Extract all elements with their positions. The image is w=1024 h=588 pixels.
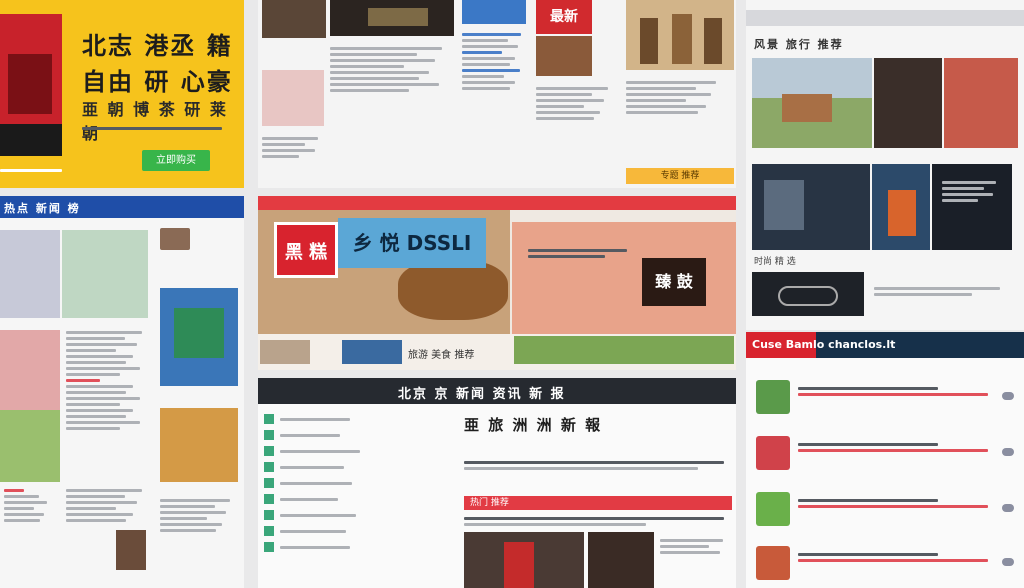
map-thumb	[0, 230, 60, 318]
article-headline: 亜 旅 洲 洲 新 報	[464, 416, 603, 434]
left-column-header-label: 热点 新闻 榜	[4, 202, 81, 215]
left-column[interactable]: 热点 新闻 榜	[0, 196, 244, 588]
list-item[interactable]	[746, 544, 1024, 584]
thumb-dark	[262, 0, 326, 38]
article-photo-2	[588, 532, 654, 588]
gallery-caption: 时尚 精 选	[754, 257, 796, 267]
tribal-poster	[160, 408, 238, 482]
landscape-photo	[752, 58, 872, 148]
avatar	[160, 228, 190, 250]
list-item[interactable]	[746, 434, 1024, 474]
promo-book-cover	[0, 14, 62, 156]
thumb-sign	[330, 0, 454, 36]
article-title-bar-label: 北京 京 新闻 资讯 新 报	[398, 387, 566, 402]
right-top-page[interactable]: 风景 旅行 推荐 时尚 精 选	[746, 0, 1024, 330]
food-row	[514, 336, 734, 364]
right-list[interactable]: Cuse Bamlo chanclos.lt	[746, 332, 1024, 588]
thumb-temple	[626, 0, 734, 70]
thumb-food	[536, 36, 592, 76]
list-item[interactable]	[746, 378, 1024, 418]
left-column-header[interactable]: 热点 新闻 榜	[0, 196, 244, 218]
right-list-header[interactable]: Cuse Bamlo chanclos.lt	[746, 332, 1024, 358]
promo-subtitle: 自由 研 心豪	[82, 68, 233, 96]
right-list-header-label: Cuse Bamlo chanclos.lt	[752, 338, 896, 351]
promo-tagline: 亜 朝 博 茶 研 莱 朝	[82, 100, 228, 143]
article-title-bar[interactable]: 北京 京 新闻 资讯 新 报	[258, 378, 736, 404]
promo-banner[interactable]: 北志 港丞 籍 自由 研 心豪 亜 朝 博 茶 研 莱 朝 立即购买	[0, 0, 244, 188]
article-red-bar[interactable]: 热门 推荐	[464, 496, 732, 510]
banner-thumb-1	[260, 340, 310, 364]
article-sidebar[interactable]	[258, 408, 454, 588]
poster-dark	[874, 58, 942, 148]
right-nav-bar[interactable]	[746, 10, 1024, 26]
city-thumb	[0, 330, 60, 482]
car-thumb	[752, 272, 864, 316]
thumb-blue	[462, 0, 526, 24]
banner-caption: 旅游 美食 推荐	[408, 350, 475, 361]
top-collage[interactable]: 最新 专题 推荐	[258, 0, 736, 188]
green-thumb	[62, 230, 148, 318]
right-section-title: 风景 旅行 推荐	[754, 38, 844, 51]
illustration	[160, 288, 238, 386]
thumb-red-sign: 最新	[536, 0, 592, 34]
sign-blue: 乡 悦 DSSLI	[338, 218, 486, 268]
dark-info-box	[932, 164, 1012, 250]
list-item[interactable]	[746, 490, 1024, 530]
promo-buy-button[interactable]: 立即购买	[142, 150, 210, 171]
poster-flowers	[944, 58, 1018, 148]
small-photo	[116, 530, 146, 570]
sign-red: 黑 糕	[274, 222, 338, 278]
top-collage-banner[interactable]: 专题 推荐	[626, 168, 734, 184]
banner-right-photo: 臻 鼓	[512, 222, 736, 334]
center-banner[interactable]: 黑 糕 乡 悦 DSSLI 臻 鼓 旅游 美食 推荐	[258, 196, 736, 370]
banner-thumb-2	[342, 340, 402, 364]
thumb-pink	[262, 70, 324, 126]
gallery-photo	[752, 164, 870, 250]
person-photo	[872, 164, 930, 250]
collage-screen: 北志 港丞 籍 自由 研 心豪 亜 朝 博 茶 研 莱 朝 立即购买 最新 专题…	[0, 0, 1024, 588]
sign-right: 臻 鼓	[642, 258, 706, 306]
promo-desc	[82, 124, 222, 133]
article-photo	[464, 532, 584, 588]
article-panel[interactable]: 北京 京 新闻 资讯 新 报 亜 旅 洲 洲 新 報 热门 推荐	[258, 378, 736, 588]
promo-title: 北志 港丞 籍	[82, 32, 233, 60]
